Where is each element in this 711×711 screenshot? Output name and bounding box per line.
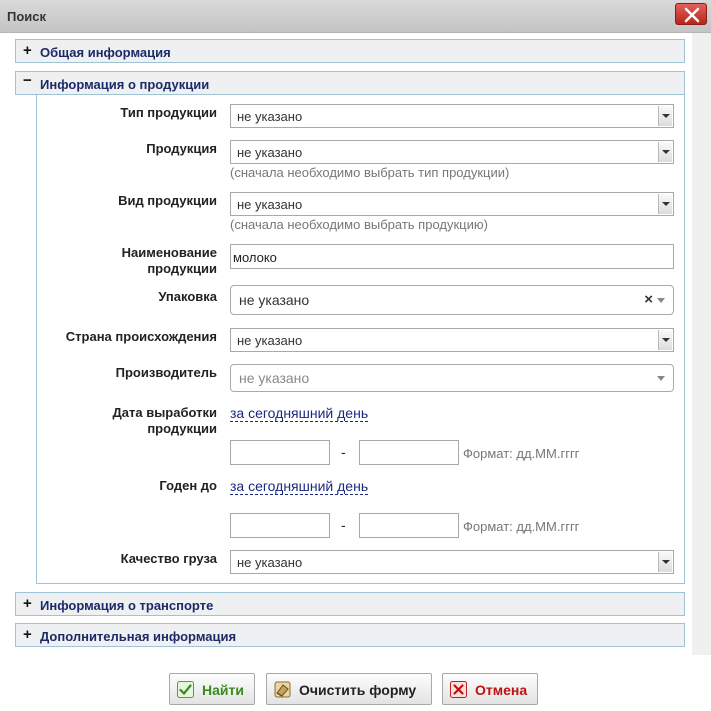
product-type-select[interactable]: не указано: [230, 104, 674, 128]
packaging-label: Упаковка: [158, 289, 217, 304]
close-icon: [684, 7, 700, 23]
section-product-label: Информация о продукции: [40, 77, 210, 92]
find-button[interactable]: Найти: [169, 673, 255, 705]
cargo-quality-value: не указано: [237, 555, 303, 570]
cancel-button-label: Отмена: [475, 682, 528, 698]
check-icon: [177, 681, 194, 698]
cargo-quality-select[interactable]: не указано: [230, 550, 674, 574]
product-kind-value: не указано: [237, 197, 303, 212]
dialog-content: + Общая информация − Информация о продук…: [0, 33, 711, 655]
production-date-label-1: Дата выработки: [112, 405, 217, 420]
product-type-value: не указано: [237, 109, 303, 124]
expiry-label: Годен до: [159, 478, 217, 493]
close-button[interactable]: [675, 3, 707, 25]
origin-country-select[interactable]: не указано: [230, 328, 674, 352]
production-date-to-input[interactable]: [359, 440, 459, 465]
product-name-value: молоко: [233, 250, 277, 265]
production-date-today-link[interactable]: за сегодняшний день: [230, 405, 369, 422]
chevron-down-icon: [657, 376, 665, 381]
search-dialog: Поиск + Общая информация − Информация о …: [0, 0, 711, 711]
expand-icon: +: [23, 595, 32, 612]
section-general-header[interactable]: + Общая информация: [15, 39, 685, 63]
origin-country-label: Страна происхождения: [65, 329, 217, 344]
scrollbar[interactable]: [692, 33, 711, 655]
section-product-header[interactable]: − Информация о продукции: [15, 71, 685, 95]
packaging-select[interactable]: не указано ×: [230, 285, 674, 315]
chevron-down-icon: [658, 552, 672, 572]
product-select[interactable]: не указано: [230, 140, 674, 164]
expand-icon: +: [23, 626, 32, 643]
product-label: Продукция: [146, 141, 217, 156]
expiry-separator: -: [341, 517, 346, 533]
expiry-format-hint: Формат: дд.ММ.гггг: [463, 519, 580, 534]
production-date-format-hint: Формат: дд.ММ.гггг: [463, 446, 580, 461]
product-name-label-1: Наименование: [121, 245, 217, 260]
clear-icon[interactable]: ×: [644, 291, 653, 308]
production-date-separator: -: [341, 444, 346, 460]
production-date-label-2: продукции: [147, 421, 217, 436]
expand-icon: +: [23, 42, 32, 59]
manufacturer-select[interactable]: не указано: [230, 364, 674, 392]
cargo-quality-label: Качество груза: [120, 551, 217, 566]
clear-form-button-label: Очистить форму: [299, 682, 417, 698]
manufacturer-placeholder: не указано: [239, 370, 310, 386]
cancel-button[interactable]: Отмена: [442, 673, 538, 705]
section-transport-header[interactable]: + Информация о транспорте: [15, 592, 685, 616]
manufacturer-label: Производитель: [115, 365, 217, 380]
collapse-icon: −: [23, 72, 32, 89]
chevron-down-icon: [658, 106, 672, 126]
dialog-footer: Найти Очистить форму Отмена: [0, 655, 711, 711]
find-button-label: Найти: [202, 682, 244, 698]
section-additional-label: Дополнительная информация: [40, 629, 237, 644]
product-value: не указано: [237, 145, 303, 160]
chevron-down-icon: [657, 298, 665, 303]
section-additional-header[interactable]: + Дополнительная информация: [15, 623, 685, 647]
product-name-input[interactable]: молоко: [230, 244, 674, 269]
production-date-from-input[interactable]: [230, 440, 330, 465]
dialog-title: Поиск: [7, 9, 47, 24]
packaging-value: не указано: [239, 292, 310, 308]
section-general-label: Общая информация: [40, 45, 171, 60]
product-name-label-2: продукции: [147, 261, 217, 276]
section-transport-label: Информация о транспорте: [40, 598, 214, 613]
product-type-label: Тип продукции: [120, 105, 217, 120]
title-bar[interactable]: Поиск: [0, 0, 711, 33]
expiry-from-input[interactable]: [230, 513, 330, 538]
product-kind-label: Вид продукции: [118, 193, 217, 208]
expiry-today-link[interactable]: за сегодняшний день: [230, 478, 369, 495]
expiry-to-input[interactable]: [359, 513, 459, 538]
origin-country-value: не указано: [237, 333, 303, 348]
chevron-down-icon: [658, 330, 672, 350]
product-hint: (сначала необходимо выбрать тип продукци…: [230, 165, 510, 180]
eraser-icon: [274, 681, 291, 698]
chevron-down-icon: [658, 142, 672, 162]
chevron-down-icon: [658, 194, 672, 214]
product-kind-hint: (сначала необходимо выбрать продукцию): [230, 217, 488, 232]
clear-form-button[interactable]: Очистить форму: [266, 673, 432, 705]
cross-icon: [450, 681, 467, 698]
product-kind-select[interactable]: не указано: [230, 192, 674, 216]
